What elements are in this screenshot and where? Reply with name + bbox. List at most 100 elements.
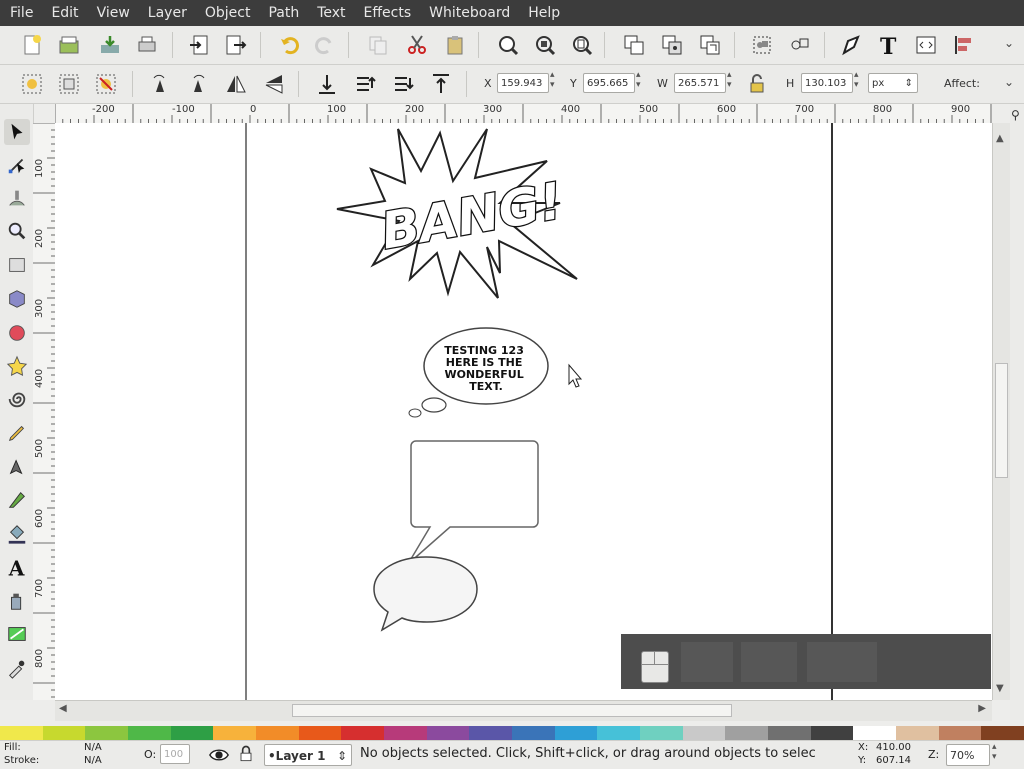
- color-swatch[interactable]: [554, 726, 598, 740]
- menu-view[interactable]: View: [88, 0, 139, 26]
- color-swatch[interactable]: [384, 726, 427, 740]
- color-swatch[interactable]: [896, 726, 939, 740]
- zoom-spinner[interactable]: [992, 742, 1001, 765]
- lower-icon[interactable]: [389, 70, 417, 98]
- tweak-tool-icon[interactable]: [4, 185, 30, 211]
- pen-tool-icon[interactable]: [4, 453, 30, 479]
- zoom-tool-icon[interactable]: [4, 218, 30, 244]
- paint-bucket-tool-icon[interactable]: [4, 521, 30, 547]
- ungroup-icon[interactable]: [786, 31, 814, 59]
- color-swatch[interactable]: [810, 726, 854, 740]
- w-field[interactable]: 265.571: [674, 73, 726, 93]
- dropper-tool-icon[interactable]: [4, 655, 30, 681]
- scroll-left-icon[interactable]: ◀: [59, 703, 67, 714]
- menu-whiteboard[interactable]: Whiteboard: [420, 0, 519, 26]
- cut-icon[interactable]: [403, 31, 431, 59]
- undo-icon[interactable]: [276, 31, 304, 59]
- menu-path[interactable]: Path: [259, 0, 308, 26]
- spiral-tool-icon[interactable]: [4, 386, 30, 412]
- gradient-tool-icon[interactable]: [4, 621, 30, 647]
- color-swatch[interactable]: [768, 726, 811, 740]
- print-icon[interactable]: [133, 31, 161, 59]
- color-swatch[interactable]: [426, 726, 470, 740]
- stroke-value[interactable]: N/A: [84, 755, 102, 766]
- color-palette[interactable]: [0, 726, 1024, 740]
- rectangle-tool-icon[interactable]: [4, 252, 30, 278]
- align-distribute-icon[interactable]: [950, 31, 978, 59]
- horizontal-scroll-thumb[interactable]: [292, 704, 732, 717]
- layer-select[interactable]: •Layer 1 ⇕: [264, 744, 352, 766]
- lock-icon[interactable]: [743, 70, 771, 98]
- color-swatch[interactable]: [853, 726, 897, 740]
- ellipse-tool-icon[interactable]: [4, 320, 30, 346]
- menu-edit[interactable]: Edit: [42, 0, 87, 26]
- drawing-canvas[interactable]: BANG! TESTING 123 HERE IS THE WONDERFUL …: [55, 123, 992, 700]
- flip-horizontal-icon[interactable]: [222, 70, 250, 98]
- menu-effects[interactable]: Effects: [355, 0, 421, 26]
- h-field[interactable]: 130.103: [801, 73, 853, 93]
- select-all-layers-icon[interactable]: [55, 70, 83, 98]
- menu-object[interactable]: Object: [196, 0, 260, 26]
- export-icon[interactable]: [222, 31, 250, 59]
- color-swatch[interactable]: [981, 726, 1024, 740]
- menu-file[interactable]: File: [0, 0, 42, 26]
- text-tool-icon[interactable]: A: [4, 554, 30, 580]
- node-tool-icon[interactable]: [4, 152, 30, 178]
- chevron-down-icon[interactable]: ⌄: [1004, 36, 1014, 50]
- y-field[interactable]: 695.665: [583, 73, 635, 93]
- select-all-icon[interactable]: [18, 70, 46, 98]
- group-icon[interactable]: [748, 31, 776, 59]
- raise-icon[interactable]: [351, 70, 379, 98]
- scroll-right-icon[interactable]: ▶: [978, 703, 986, 714]
- color-swatch[interactable]: [256, 726, 299, 740]
- opacity-field[interactable]: 100: [160, 744, 190, 764]
- h-spinner[interactable]: [854, 70, 863, 93]
- selector-tool-icon[interactable]: [4, 119, 30, 145]
- color-swatch[interactable]: [597, 726, 641, 740]
- copy-icon[interactable]: [364, 31, 392, 59]
- scroll-down-icon[interactable]: ▼: [996, 683, 1008, 697]
- deselect-icon[interactable]: [92, 70, 120, 98]
- color-swatch[interactable]: [512, 726, 555, 740]
- save-icon[interactable]: [96, 31, 124, 59]
- w-spinner[interactable]: [727, 70, 736, 93]
- vertical-scroll-thumb[interactable]: [995, 363, 1008, 478]
- redo-icon[interactable]: [310, 31, 338, 59]
- x-field[interactable]: 159.943: [497, 73, 549, 93]
- star-tool-icon[interactable]: [4, 353, 30, 379]
- color-swatch[interactable]: [85, 726, 129, 740]
- chevron-down-icon[interactable]: ⌄: [1004, 75, 1014, 89]
- zoom-drawing-icon[interactable]: [531, 31, 559, 59]
- paste-icon[interactable]: [441, 31, 469, 59]
- raise-to-top-icon[interactable]: [427, 70, 455, 98]
- duplicate-icon[interactable]: [620, 31, 648, 59]
- menu-text[interactable]: Text: [308, 0, 354, 26]
- unit-select[interactable]: px ⇕: [868, 73, 918, 93]
- text-font-icon[interactable]: T: [875, 31, 903, 59]
- scroll-up-icon[interactable]: ▲: [996, 133, 1008, 147]
- color-swatch[interactable]: [640, 726, 683, 740]
- open-document-icon[interactable]: [55, 31, 83, 59]
- color-swatch[interactable]: [682, 726, 726, 740]
- fill-value[interactable]: N/A: [84, 742, 102, 753]
- zoom-page-icon[interactable]: [568, 31, 596, 59]
- color-swatch[interactable]: [469, 726, 513, 740]
- menu-layer[interactable]: Layer: [139, 0, 196, 26]
- lower-to-bottom-icon[interactable]: [313, 70, 341, 98]
- fill-stroke-icon[interactable]: [838, 31, 866, 59]
- color-swatch[interactable]: [0, 726, 43, 740]
- color-swatch[interactable]: [42, 726, 86, 740]
- search-icon[interactable]: ⚲: [1011, 108, 1020, 122]
- zoom-field[interactable]: 70%: [946, 744, 990, 766]
- pencil-tool-icon[interactable]: [4, 420, 30, 446]
- color-swatch[interactable]: [938, 726, 982, 740]
- color-swatch[interactable]: [298, 726, 342, 740]
- color-swatch[interactable]: [128, 726, 171, 740]
- rotate-ccw-icon[interactable]: [146, 70, 174, 98]
- vertical-scrollbar[interactable]: ▲ ▼: [992, 123, 1011, 700]
- 3d-box-tool-icon[interactable]: [4, 286, 30, 312]
- color-swatch[interactable]: [341, 726, 385, 740]
- clone-icon[interactable]: [658, 31, 686, 59]
- unlink-clone-icon[interactable]: [696, 31, 724, 59]
- color-swatch[interactable]: [725, 726, 769, 740]
